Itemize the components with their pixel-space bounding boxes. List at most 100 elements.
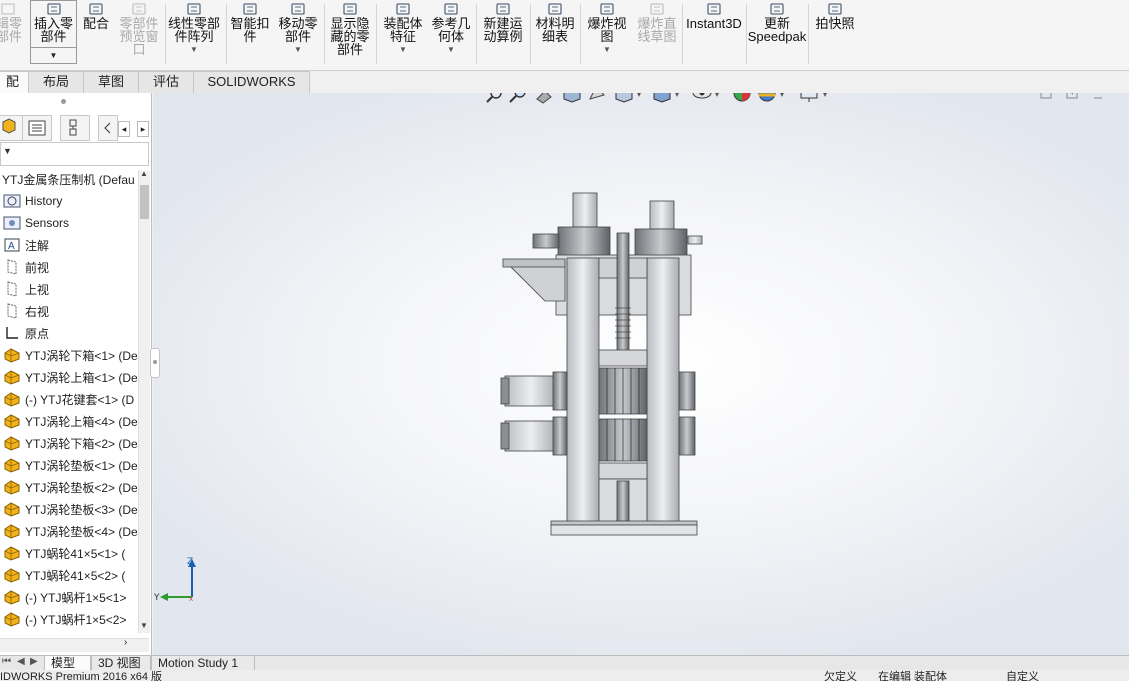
graphics-area[interactable]: ▾ ▾ ▾ ▾ ▾ Z Y X	[153, 93, 1129, 655]
tab-model[interactable]: 模型	[44, 656, 91, 671]
tab-3[interactable]: 评估	[138, 71, 194, 93]
tree-item-sensors[interactable]: Sensors	[0, 212, 137, 234]
edit-component-button[interactable]: 辑零 部件	[0, 0, 24, 66]
speedpak-button[interactable]: 更新 Speedpak	[747, 0, 807, 66]
reference-geometry-icon	[444, 3, 458, 15]
show-hidden-label: 显示隐 藏的零 部件	[330, 16, 370, 57]
instant3d-button[interactable]: Instant3D	[686, 0, 742, 66]
tab-3d-views[interactable]: 3D 视图	[91, 656, 151, 671]
tree-item-component[interactable]: YTJ涡轮下箱<1> (De	[0, 344, 137, 366]
mate-button[interactable]: 配合	[80, 0, 112, 66]
configuration-manager-tab[interactable]	[60, 115, 90, 141]
tab-4[interactable]: SOLIDWORKS 插件	[193, 71, 310, 109]
smart-fasteners-button[interactable]: 智能扣 件	[228, 0, 272, 66]
new-motion-study-button[interactable]: 新建运 动算例	[480, 0, 526, 66]
new-motion-study-icon	[496, 3, 510, 15]
tree-item-component[interactable]: YTJ蜗轮41×5<2> (	[0, 564, 137, 586]
reference-geometry-button[interactable]: 参考几 何体 ▼	[428, 0, 474, 66]
scroll-down-icon[interactable]: ▼	[140, 621, 148, 630]
machine-3d-model[interactable]	[153, 93, 1129, 655]
sensors-icon	[3, 216, 21, 230]
show-hidden-button[interactable]: 显示隐 藏的零 部件	[328, 0, 372, 66]
exploded-view-button[interactable]: 爆炸视 图 ▼	[584, 0, 630, 66]
assembly-feature-button[interactable]: 装配体 特征 ▼	[380, 0, 426, 66]
tree-item-plane[interactable]: 上视	[0, 278, 137, 300]
part-icon	[4, 502, 20, 517]
scroll-up-icon[interactable]: ▲	[140, 169, 148, 178]
property-manager-tab[interactable]	[22, 115, 52, 141]
feature-manager-tab[interactable]	[0, 115, 24, 141]
history-icon	[3, 194, 21, 208]
plane-icon	[7, 281, 17, 297]
instant3d-label: Instant3D	[686, 16, 742, 31]
move-component-button[interactable]: 移动零 部件 ▼	[275, 0, 321, 66]
tree-item-component[interactable]: YTJ涡轮垫板<2> (De	[0, 476, 137, 498]
tree-item-component[interactable]: (-) YTJ花键套<1> (D	[0, 388, 137, 410]
tree-item-component[interactable]: YTJ涡轮垫板<4> (De	[0, 520, 137, 542]
panel-collapse-handle[interactable]	[150, 348, 160, 378]
tree-item-component[interactable]: YTJ涡轮下箱<2> (De	[0, 432, 137, 454]
tree-item-component[interactable]: (-) YTJ蜗杆1×5<1>	[0, 586, 137, 608]
ribbon-separator	[580, 4, 581, 64]
bottom-tab-bar: ⏮ ◀ ▶ 模型 3D 视图 Motion Study 1	[0, 655, 1129, 671]
more-panel-tabs[interactable]	[98, 115, 118, 141]
smart-fasteners-label: 智能扣 件	[230, 16, 270, 44]
tree-item-plane[interactable]: 右视	[0, 300, 137, 322]
tree-horizontal-scrollbar[interactable]: ›	[0, 637, 149, 652]
component-preview-button[interactable]: 零部件 预览窗 口	[114, 0, 164, 66]
part-icon	[4, 546, 20, 561]
linear-pattern-button[interactable]: 线性零部 件阵列 ▼	[166, 0, 222, 66]
bom-button[interactable]: 材料明 细表	[532, 0, 578, 66]
new-motion-study-label: 新建运 动算例	[483, 16, 523, 44]
feature-tree: History Sensors A 注解 前视 上视 右视 原点 YTJ涡轮下箱<1> (De Y…	[0, 190, 137, 630]
tab-motion-study[interactable]: Motion Study 1	[151, 656, 255, 671]
tree-item-origin[interactable]: 原点	[0, 322, 137, 344]
panel-scroll-right[interactable]: ▸	[137, 121, 149, 137]
tab-1[interactable]: 布局	[28, 71, 84, 93]
speedpak-icon	[770, 3, 784, 15]
assembly-feature-label: 装配体 特征	[383, 16, 423, 44]
configuration-manager-icon	[69, 119, 77, 136]
feature-manager-panel: ◂ ▸ ▼ YTJ金属条压制机 (Defau History Sensors A 注解…	[0, 93, 152, 655]
nav-next-icon[interactable]: ▶	[30, 656, 38, 667]
nav-prev-icon[interactable]: ◀	[17, 656, 25, 667]
tree-filter[interactable]: ▼	[0, 142, 149, 166]
snapshot-button[interactable]: 拍快照	[812, 0, 858, 66]
tree-item-component[interactable]: YTJ涡轮垫板<1> (De	[0, 454, 137, 476]
tree-item-component[interactable]: YTJ涡轮上箱<1> (De	[0, 366, 137, 388]
nav-first-icon[interactable]: ⏮	[2, 656, 11, 667]
dropdown-arrow-icon[interactable]: ▼	[190, 45, 198, 54]
status-custom[interactable]: 自定义	[1006, 670, 1039, 681]
tree-vertical-scrollbar[interactable]: ▲ ▼	[138, 169, 150, 633]
scroll-right-icon[interactable]: ›	[124, 637, 127, 648]
snapshot-icon	[828, 3, 842, 15]
svg-text:A: A	[8, 241, 15, 252]
tree-item-history[interactable]: History	[0, 190, 137, 212]
dropdown-arrow-icon[interactable]: ▼	[447, 45, 455, 54]
tree-item-label: YTJ涡轮垫板<2> (De	[25, 480, 137, 495]
speedpak-label: 更新 Speedpak	[747, 16, 807, 44]
tab-2[interactable]: 草图	[83, 71, 139, 93]
tree-item-component[interactable]: YTJ蜗轮41×5<1> (	[0, 542, 137, 564]
insert-component-button[interactable]: 插入零 部件	[30, 0, 77, 66]
status-product: IDWORKS Premium 2016 x64 版	[0, 671, 162, 681]
plane-icon	[7, 259, 17, 275]
tree-item-annotations[interactable]: A 注解	[0, 234, 137, 256]
explode-line-sketch-button[interactable]: 爆炸直 线草图	[634, 0, 680, 66]
dropdown-arrow-icon[interactable]: ▼	[603, 45, 611, 54]
dropdown-arrow-icon[interactable]: ▼	[294, 45, 302, 54]
tree-root-assembly[interactable]: YTJ金属条压制机 (Defau	[2, 171, 135, 188]
scroll-thumb[interactable]	[140, 185, 149, 219]
ribbon-separator	[324, 4, 325, 64]
tree-item-component[interactable]: YTJ涡轮垫板<3> (De	[0, 498, 137, 520]
tree-item-plane[interactable]: 前视	[0, 256, 137, 278]
tab-0[interactable]: 配体	[0, 71, 29, 109]
filter-arrow-icon: ▼	[3, 146, 12, 156]
command-manager-ribbon: 辑零 部件 ▼ 插入零 部件 配合 零部件 预览窗 口线性零部 件阵列 ▼ 智能扣 件移…	[0, 0, 1129, 71]
dropdown-arrow-icon[interactable]: ▼	[399, 45, 407, 54]
panel-splitter[interactable]	[61, 99, 66, 104]
tree-item-label: YTJ涡轮上箱<4> (De	[25, 414, 137, 429]
panel-scroll-left[interactable]: ◂	[118, 121, 130, 137]
tree-item-component[interactable]: YTJ涡轮上箱<4> (De	[0, 410, 137, 432]
tree-item-component[interactable]: (-) YTJ蜗杆1×5<2>	[0, 608, 137, 630]
